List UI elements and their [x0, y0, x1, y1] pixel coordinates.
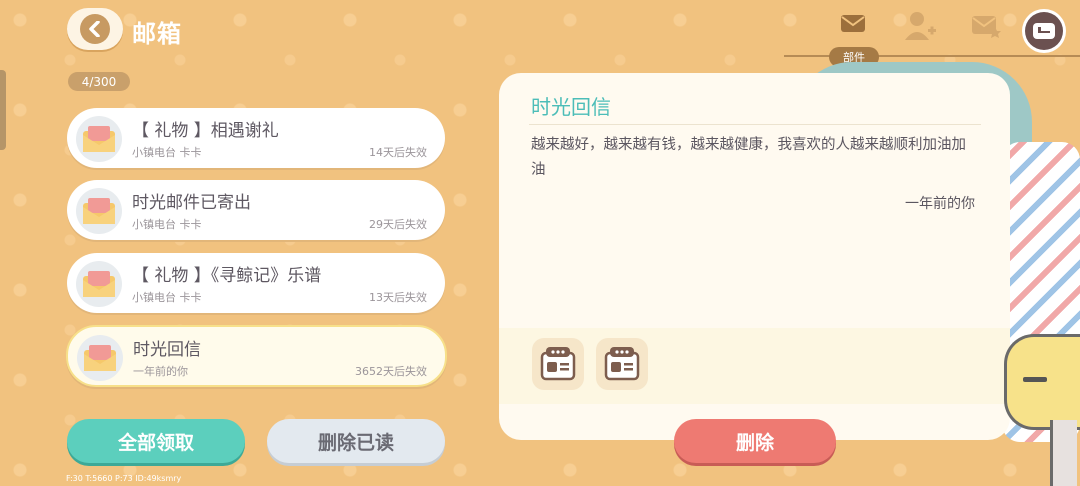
letter-title: 时光回信	[531, 95, 611, 119]
mail-expiry: 3652天后失效	[355, 365, 427, 378]
envelope-icon	[77, 335, 123, 381]
starred-mail-icon[interactable]	[971, 14, 1001, 42]
letter-signature: 一年前的你	[905, 196, 975, 212]
mail-sender: 小镇电台 卡卡	[132, 146, 202, 159]
mailbox-slot	[1023, 377, 1047, 382]
mail-item-selected[interactable]: 时光回信 一年前的你 3652天后失效	[66, 325, 447, 387]
back-button[interactable]	[67, 8, 123, 50]
page-title: 邮箱	[132, 20, 182, 48]
delete-read-button[interactable]: 删除已读	[267, 419, 445, 463]
envelope-icon	[76, 188, 122, 234]
envelope-icon	[76, 261, 122, 307]
mail-sender: 小镇电台 卡卡	[132, 218, 202, 231]
mail-sender: 一年前的你	[133, 365, 188, 378]
avatar-face-icon	[1025, 12, 1063, 50]
mail-item[interactable]: 时光邮件已寄出 小镇电台 卡卡 29天后失效	[67, 180, 445, 240]
envelope-icon	[76, 116, 122, 162]
mail-title: 时光邮件已寄出	[132, 193, 251, 213]
side-handle[interactable]	[0, 70, 6, 150]
letter-body: 越来越好，越来越有钱，越来越健康，我喜欢的人越来越顺利加油加油	[531, 137, 966, 178]
mail-expiry: 13天后失效	[369, 291, 427, 304]
back-arrow-icon	[80, 14, 110, 44]
mail-title: 【 礼物 】《寻鲸记》乐谱	[132, 266, 322, 286]
mail-sender: 小镇电台 卡卡	[132, 291, 202, 304]
delete-button[interactable]: 删除	[674, 419, 836, 463]
mail-expiry: 14天后失效	[369, 146, 427, 159]
attachment-card-icon[interactable]	[532, 338, 584, 390]
debug-info: F:30 T:5660 P:73 ID:49ksmry	[66, 474, 182, 483]
claim-all-button[interactable]: 全部领取	[67, 419, 245, 463]
mailbox-post	[1050, 420, 1077, 486]
mail-expiry: 29天后失效	[369, 218, 427, 231]
letter-panel: 时光回信 越来越好，越来越有钱，越来越健康，我喜欢的人越来越顺利加油加油 一年前…	[499, 73, 1010, 440]
mail-item[interactable]: 【 礼物 】《寻鲸记》乐谱 小镇电台 卡卡 13天后失效	[67, 253, 445, 313]
mail-item[interactable]: 【 礼物 】相遇谢礼 小镇电台 卡卡 14天后失效	[67, 108, 445, 168]
mail-tab-icon[interactable]	[840, 12, 866, 38]
divider	[529, 124, 981, 125]
avatar[interactable]	[1022, 9, 1066, 53]
mail-title: 【 礼物 】相遇谢礼	[132, 121, 279, 141]
add-friend-icon[interactable]	[904, 10, 936, 46]
mail-title: 时光回信	[133, 340, 201, 360]
mail-count-badge: 4/300	[68, 72, 130, 91]
mailbox-icon	[1004, 334, 1080, 430]
attachment-card-icon[interactable]	[596, 338, 648, 390]
